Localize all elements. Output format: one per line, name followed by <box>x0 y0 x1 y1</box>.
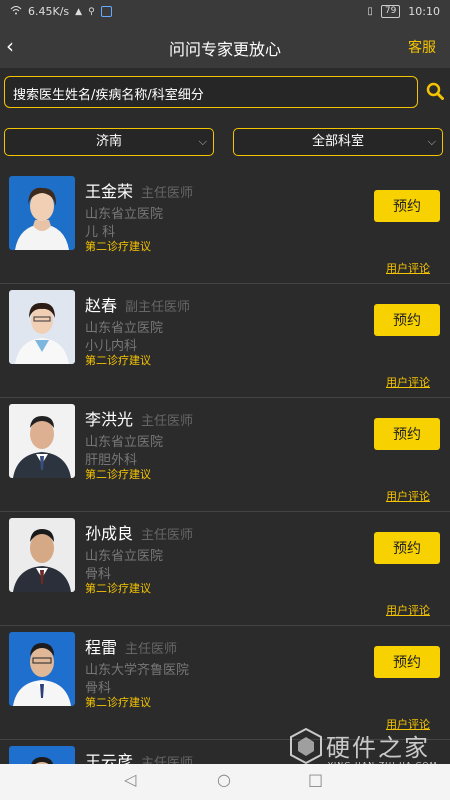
doctor-hospital: 山东省立医院 <box>85 321 164 336</box>
second-opinion-label: 第二诊疗建议 <box>85 468 151 481</box>
doctor-card[interactable]: 李洪光 主任医师 山东省立医院 肝胆外科 第二诊疗建议 预约 用户评论 <box>0 398 450 512</box>
doctor-name: 赵春 副主任医师 <box>85 296 191 315</box>
wifi-icon <box>10 5 22 18</box>
usb-icon: ⚲ <box>88 6 95 17</box>
doctor-title: 主任医师 <box>141 186 194 201</box>
doctor-card[interactable]: 王金荣 主任医师 山东省立医院 儿 科 第二诊疗建议 预约 用户评论 <box>0 170 450 284</box>
system-nav-bar: ◁ ○ □ <box>0 764 450 800</box>
doctor-hospital: 山东大学齐鲁医院 <box>85 663 190 678</box>
doctor-title: 主任医师 <box>141 414 194 429</box>
status-bar: 6.45K/s ▲ ⚲ ▯ 79 10:10 <box>0 0 450 24</box>
doctor-hospital: 山东省立医院 <box>85 207 164 222</box>
book-button[interactable]: 预约 <box>374 418 440 450</box>
chevron-down-icon: ⌵ <box>427 135 436 148</box>
doctor-photo <box>9 404 75 478</box>
doctor-name: 孙成良 主任医师 <box>85 524 194 543</box>
city-dropdown[interactable]: 济南 ⌵ <box>4 128 214 156</box>
second-opinion-label: 第二诊疗建议 <box>85 582 151 595</box>
department-selected: 全部科室 <box>311 134 364 149</box>
watermark-brand: 硬件之家 <box>326 734 430 762</box>
battery-icon: 79 <box>380 5 401 18</box>
nav-home-icon[interactable]: ○ <box>217 770 231 789</box>
nav-recents-icon[interactable]: □ <box>308 770 323 789</box>
doctor-photo <box>9 290 75 364</box>
second-opinion-label: 第二诊疗建议 <box>85 240 151 253</box>
book-button[interactable]: 预约 <box>374 304 440 336</box>
doctor-hospital: 山东省立医院 <box>85 549 164 564</box>
doctor-card[interactable]: 赵春 副主任医师 山东省立医院 小儿内科 第二诊疗建议 预约 用户评论 <box>0 284 450 398</box>
second-opinion-label: 第二诊疗建议 <box>85 354 151 367</box>
top-nav: ‹ 问问专家更放心 客服 <box>0 24 450 68</box>
clock: 10:10 <box>408 5 440 18</box>
user-reviews-link[interactable]: 用户评论 <box>386 374 430 390</box>
doctor-title: 副主任医师 <box>125 300 191 315</box>
notification-icon: ▲ <box>75 6 83 17</box>
doctor-photo <box>9 632 75 706</box>
battery-level: 79 <box>384 6 397 16</box>
doctor-card[interactable]: 孙成良 主任医师 山东省立医院 骨科 第二诊疗建议 预约 用户评论 <box>0 512 450 626</box>
city-selected: 济南 <box>95 134 122 149</box>
book-button[interactable]: 预约 <box>374 532 440 564</box>
nav-back-icon[interactable]: ◁ <box>124 770 136 789</box>
doctor-name: 李洪光 主任医师 <box>85 410 194 429</box>
watermark-logo-icon <box>290 728 322 764</box>
second-opinion-label: 第二诊疗建议 <box>85 696 151 709</box>
doctor-list: 王金荣 主任医师 山东省立医院 儿 科 第二诊疗建议 预约 用户评论 赵春 副主任医… <box>0 170 450 780</box>
network-speed: 6.45K/s <box>28 5 70 18</box>
user-reviews-link[interactable]: 用户评论 <box>386 260 430 276</box>
app-notification-icon <box>100 6 112 17</box>
doctor-title: 主任医师 <box>141 528 194 543</box>
doctor-card[interactable]: 程雷 主任医师 山东大学齐鲁医院 骨科 第二诊疗建议 预约 用户评论 <box>0 626 450 740</box>
doctor-photo <box>9 518 75 592</box>
doctor-hospital: 山东省立医院 <box>85 435 164 450</box>
department-dropdown[interactable]: 全部科室 ⌵ <box>233 128 443 156</box>
user-reviews-link[interactable]: 用户评论 <box>386 602 430 618</box>
customer-service-link[interactable]: 客服 <box>408 37 436 57</box>
doctor-title: 主任医师 <box>125 642 178 657</box>
search-input[interactable]: 搜索医生姓名/疾病名称/科室细分 <box>4 76 418 108</box>
chevron-down-icon: ⌵ <box>198 135 207 148</box>
doctor-name: 程雷 主任医师 <box>85 638 178 657</box>
page-title: 问问专家更放心 <box>168 40 281 59</box>
vibrate-icon: ▯ <box>367 6 373 17</box>
book-button[interactable]: 预约 <box>374 646 440 678</box>
doctor-name: 王金荣 主任医师 <box>85 182 194 201</box>
book-button[interactable]: 预约 <box>374 190 440 222</box>
doctor-photo <box>9 176 75 250</box>
user-reviews-link[interactable]: 用户评论 <box>386 488 430 504</box>
search-icon[interactable] <box>426 82 444 100</box>
